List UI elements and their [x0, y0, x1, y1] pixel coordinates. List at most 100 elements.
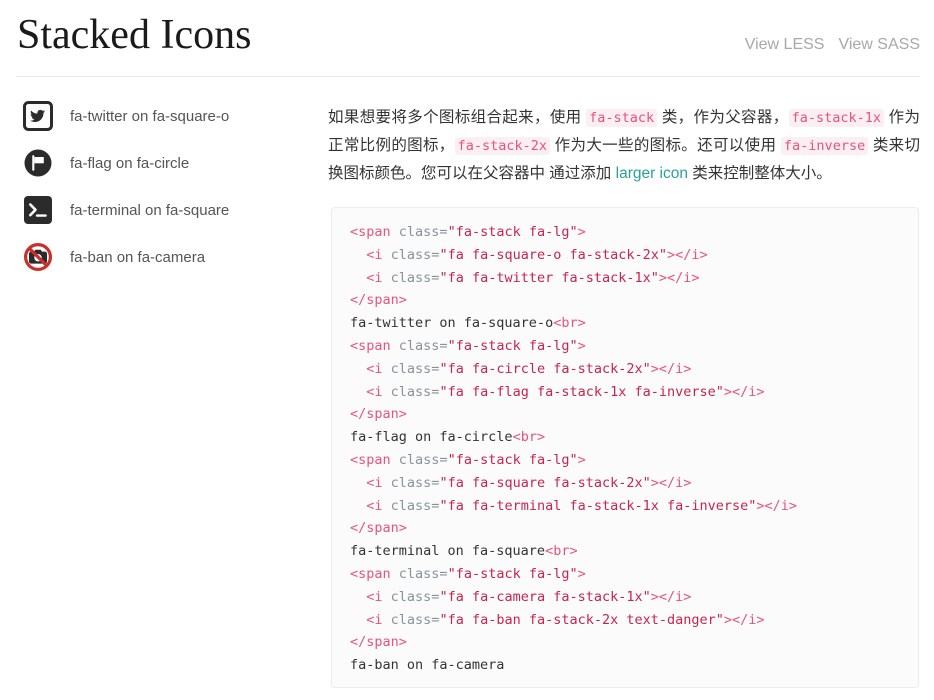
code-token-val: "fa-stack fa-lg" [447, 451, 578, 468]
code-token-tag: > [577, 337, 586, 354]
code-token-tag: <br> [545, 543, 578, 560]
code-token-tag: ></i> [650, 360, 692, 377]
code-token-tag: <br> [553, 315, 586, 332]
inline-code-fa-stack-2x: fa-stack-2x [454, 136, 551, 155]
list-item: fa-twitter on fa-square-o [18, 93, 318, 140]
desc-text-6: 类来控制整体大小。 [688, 164, 832, 182]
inline-code-fa-stack-1x: fa-stack-1x [788, 108, 884, 127]
code-token-attr: class= [390, 474, 440, 491]
code-token-tag: ></i> [650, 588, 692, 605]
code-lines: <span class="fa-stack fa-lg"> <i class="… [350, 224, 797, 673]
code-token-tag: ></i> [658, 269, 700, 286]
code-token-val: "fa-stack fa-lg" [447, 565, 578, 582]
code-token-val: "fa fa-square fa-stack-2x" [439, 474, 651, 491]
code-token-tag: </span> [350, 406, 407, 423]
code-token-attr: class= [390, 246, 440, 263]
header-links: View LESS View SASS [745, 36, 920, 54]
code-token-val: "fa fa-circle fa-stack-2x" [439, 360, 651, 377]
code-token-tag: <i [366, 246, 391, 263]
code-token-attr: class= [390, 497, 440, 514]
code-token-tag: <br> [512, 429, 546, 446]
code-token-tag: ></i> [650, 474, 692, 491]
code-token-attr: class= [398, 565, 448, 582]
twitter-on-square-o-icon [18, 97, 58, 137]
code-content: <span class="fa-stack fa-lg"> <i class="… [350, 221, 908, 677]
view-sass-link[interactable]: View SASS [838, 36, 920, 54]
code-token-tag: </span> [350, 520, 407, 537]
code-token-tag: > [577, 451, 586, 468]
code-token-val: "fa-stack fa-lg" [447, 224, 578, 240]
page-title: Stacked Icons [17, 12, 252, 58]
code-token-val: "fa fa-twitter fa-stack-1x" [439, 269, 659, 286]
list-item-label: fa-terminal on fa-square [70, 202, 230, 219]
code-token-tag: </span> [350, 634, 407, 651]
code-token-tag: <span [350, 451, 399, 468]
list-item-label: fa-twitter on fa-square-o [70, 108, 230, 125]
code-token-txt: fa-flag on fa-circle [350, 429, 513, 446]
code-token-val: "fa fa-ban fa-stack-2x text-danger" [439, 611, 724, 628]
code-token-val: "fa-stack fa-lg" [447, 337, 578, 354]
inline-code-fa-inverse: fa-inverse [780, 136, 869, 155]
header-divider [16, 76, 920, 77]
list-item-label: fa-flag on fa-circle [70, 155, 190, 172]
code-token-tag: ></i> [756, 497, 798, 514]
code-token-tag: <i [366, 611, 391, 628]
code-token-tag: <i [366, 474, 391, 491]
code-token-attr: class= [398, 224, 448, 240]
code-token-attr: class= [390, 383, 440, 400]
code-token-tag: <span [350, 224, 399, 240]
code-token-val: "fa fa-square-o fa-stack-2x" [439, 246, 668, 263]
code-token-tag: <i [366, 383, 391, 400]
terminal-on-square-icon [18, 191, 58, 231]
inline-code-fa-stack: fa-stack [586, 108, 658, 127]
code-token-tag: ></i> [723, 383, 765, 400]
code-token-attr: class= [390, 269, 440, 286]
code-token-tag: <span [350, 565, 399, 582]
desc-text-2: 类，作为父容器， [657, 108, 789, 126]
desc-text-1: 如果想要将多个图标组合起来，使用 [328, 108, 587, 126]
view-less-link[interactable]: View LESS [745, 36, 825, 54]
code-token-tag: </span> [350, 292, 407, 309]
code-token-attr: class= [390, 588, 440, 605]
ban-on-camera-icon [18, 238, 58, 278]
code-token-val: "fa fa-flag fa-stack-1x fa-inverse" [439, 383, 724, 400]
code-token-val: "fa fa-terminal fa-stack-1x fa-inverse" [439, 497, 757, 514]
code-token-tag: ></i> [667, 246, 708, 263]
desc-text-4: 作为大一些的图标。还可以使用 [550, 136, 781, 154]
code-token-tag: <i [366, 497, 391, 514]
code-token-attr: class= [398, 451, 448, 468]
code-token-attr: class= [390, 360, 440, 377]
code-token-val: "fa fa-camera fa-stack-1x" [439, 588, 651, 605]
code-example-block[interactable]: <span class="fa-stack fa-lg"> <i class="… [331, 207, 919, 688]
code-token-tag: <i [366, 360, 391, 377]
code-token-tag: <span [350, 337, 399, 354]
list-item: fa-terminal on fa-square [18, 187, 318, 234]
code-token-tag: > [577, 224, 586, 240]
list-item-label: fa-ban on fa-camera [70, 249, 206, 266]
code-token-txt: fa-terminal on fa-square [350, 543, 546, 560]
code-token-tag: <i [366, 588, 391, 605]
description-paragraph: 如果想要将多个图标组合起来，使用 fa-stack 类，作为父容器， fa-sta… [328, 104, 920, 187]
code-token-txt: fa-twitter on fa-square-o [350, 315, 554, 332]
description-column: 如果想要将多个图标组合起来，使用 fa-stack 类，作为父容器， fa-sta… [328, 88, 920, 202]
code-token-attr: class= [390, 611, 440, 628]
code-token-tag: ></i> [723, 611, 765, 628]
code-token-txt: fa-ban on fa-camera [350, 657, 505, 674]
stacked-icon-list: fa-twitter on fa-square-o fa-flag on fa-… [18, 93, 318, 281]
stacked-icons-page: Stacked Icons View LESS View SASS fa-twi… [0, 0, 934, 700]
larger-icon-link[interactable]: larger icon [616, 165, 688, 182]
code-token-attr: class= [398, 337, 448, 354]
code-token-tag: > [577, 565, 586, 582]
list-item: fa-ban on fa-camera [18, 234, 318, 281]
flag-on-circle-icon [18, 144, 58, 184]
page-header: Stacked Icons View LESS View SASS [0, 0, 934, 77]
list-item: fa-flag on fa-circle [18, 140, 318, 187]
